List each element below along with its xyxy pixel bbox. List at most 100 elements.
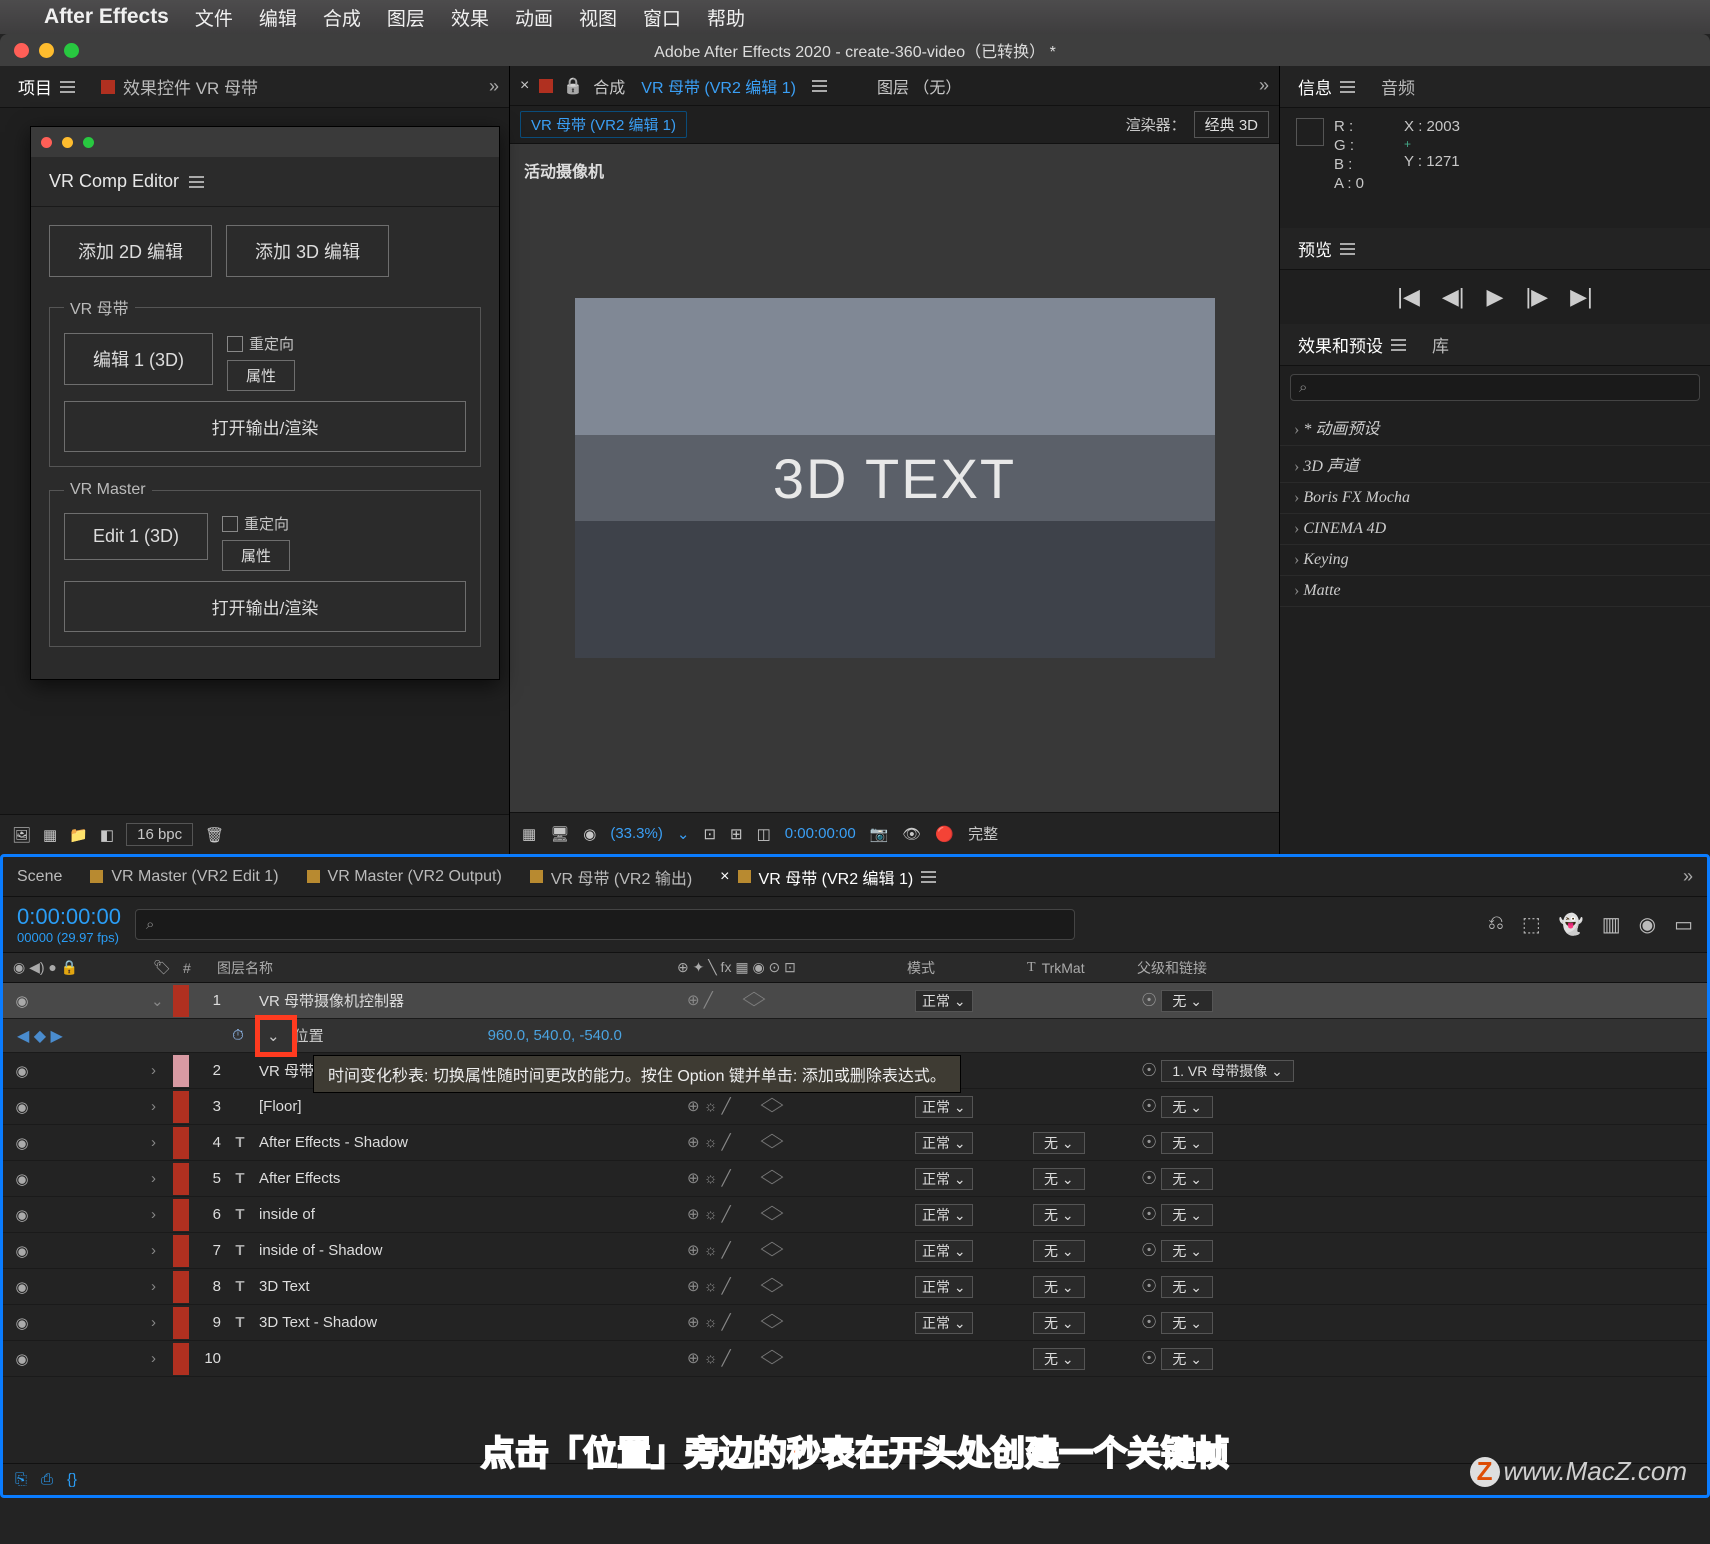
last-frame-icon[interactable]: ▶| — [1570, 284, 1593, 310]
3d-layer-icon[interactable] — [764, 1241, 780, 1261]
close-tab-icon[interactable]: × — [520, 77, 529, 95]
menu-comp[interactable]: 合成 — [323, 4, 361, 31]
properties-button-2[interactable]: 属性 — [222, 540, 290, 571]
layer-switches[interactable]: ⊕ ☼ ╱ — [687, 1133, 907, 1153]
label-color[interactable] — [173, 985, 189, 1017]
layer-row[interactable]: ◉ › 3 [Floor] ⊕ ☼ ╱ 正常 ⌄ ☉ 无 ⌄ — [3, 1089, 1707, 1125]
layer-name[interactable]: After Effects — [259, 1170, 679, 1187]
tab-preview[interactable]: 预览 — [1290, 232, 1363, 265]
trash-icon[interactable]: 🗑 — [205, 826, 224, 844]
properties-button[interactable]: 属性 — [227, 360, 295, 391]
layer-switches[interactable]: ⊕ ☼ ╱ — [687, 1169, 907, 1189]
parent-dropdown[interactable]: 1. VR 母带摄像 ⌄ — [1161, 1060, 1294, 1082]
label-color[interactable] — [173, 1163, 189, 1195]
tab-library[interactable]: 库 — [1424, 328, 1457, 361]
layer-row[interactable]: ◉ › 10 ⊕ ☼ ╱ 无 ⌄ ☉ 无 ⌄ — [3, 1341, 1707, 1377]
tab-effects-presets[interactable]: 效果和预设 — [1290, 328, 1414, 361]
menu-window[interactable]: 窗口 — [643, 4, 681, 31]
visibility-icon[interactable]: ◉ — [13, 1350, 31, 1368]
layer-row[interactable]: ◉ › 9 T 3D Text - Shadow ⊕ ☼ ╱ 正常 ⌄ 无 ⌄ … — [3, 1305, 1707, 1341]
fx-item[interactable]: * 动画预设 — [1280, 409, 1710, 446]
overflow-icon[interactable]: » — [1683, 866, 1693, 887]
visibility-icon[interactable]: ◉ — [13, 1170, 31, 1188]
prev-frame-icon[interactable]: ◀| — [1442, 284, 1465, 310]
comp-mini-flowchart-icon[interactable]: ⎌ — [1488, 912, 1504, 937]
twirl-icon[interactable]: › — [151, 1350, 165, 1367]
toggle-alpha-icon[interactable]: ▦ — [522, 825, 536, 843]
trkmat-dropdown[interactable]: 无 ⌄ — [1033, 1240, 1085, 1262]
toggle-transparency-icon[interactable]: 🖥 — [550, 825, 569, 843]
trkmat-dropdown[interactable]: 无 ⌄ — [1033, 1348, 1085, 1370]
layer-switches[interactable]: ⊕ ╱ — [687, 991, 907, 1011]
renderer-dropdown[interactable]: 经典 3D — [1194, 111, 1269, 138]
layer-name[interactable]: inside of - Shadow — [259, 1242, 679, 1259]
blend-mode-dropdown[interactable]: 正常 ⌄ — [915, 1312, 973, 1334]
fx-item[interactable]: Matte — [1280, 576, 1710, 607]
pickwhip-icon[interactable]: ☉ — [1141, 1168, 1157, 1188]
visibility-icon[interactable]: ◉ — [13, 1278, 31, 1296]
layer-name[interactable]: 3D Text — [259, 1278, 679, 1295]
blend-mode-dropdown[interactable]: 正常 ⌄ — [915, 1096, 973, 1118]
3d-layer-icon[interactable] — [764, 1133, 780, 1153]
comp-breadcrumb[interactable]: VR 母带 (VR2 编辑 1) — [520, 111, 687, 138]
pickwhip-icon[interactable]: ☉ — [1141, 990, 1157, 1010]
fx-item[interactable]: Boris FX Mocha — [1280, 483, 1710, 514]
twirl-icon[interactable]: › — [151, 1206, 165, 1223]
layer-switches[interactable]: ⊕ ☼ ╱ — [687, 1205, 907, 1225]
blend-mode-dropdown[interactable]: 正常 ⌄ — [915, 990, 973, 1012]
comp-canvas[interactable]: 3D TEXT — [575, 298, 1215, 658]
fx-item[interactable]: 3D 声道 — [1280, 446, 1710, 483]
visibility-icon[interactable]: ◉ — [13, 1062, 31, 1080]
layer-row[interactable]: ◉ › 7 T inside of - Shadow ⊕ ☼ ╱ 正常 ⌄ 无 … — [3, 1233, 1707, 1269]
open-output-render-button-2[interactable]: 打开输出/渲染 — [64, 581, 466, 632]
layer-row[interactable]: ◉ › 4 T After Effects - Shadow ⊕ ☼ ╱ 正常 … — [3, 1125, 1707, 1161]
tab-project[interactable]: 项目 — [10, 70, 83, 103]
3d-layer-icon[interactable] — [764, 1277, 780, 1297]
bpc-button[interactable]: 16 bpc — [126, 823, 193, 846]
pickwhip-icon[interactable]: ☉ — [1141, 1096, 1157, 1116]
first-frame-icon[interactable]: |◀ — [1397, 284, 1420, 310]
menu-layer[interactable]: 图层 — [387, 4, 425, 31]
comp-viewer[interactable]: 活动摄像机 3D TEXT — [510, 144, 1279, 812]
col-mode[interactable]: 模式 — [907, 958, 1017, 978]
parent-dropdown[interactable]: 无 ⌄ — [1161, 1348, 1213, 1370]
reorient-checkbox-2[interactable]: 重定向 — [222, 513, 290, 534]
edit-1-3d-button-2[interactable]: Edit 1 (3D) — [64, 513, 208, 560]
layer-switches[interactable]: ⊕ ☼ ╱ — [687, 1277, 907, 1297]
resolution-dropdown[interactable]: 完整 — [968, 823, 998, 844]
fx-search-input[interactable]: ⌕ — [1290, 374, 1700, 401]
interpret-footage-icon[interactable]: 🖼 — [12, 826, 31, 844]
col-parent[interactable]: 父级和链接 — [1137, 958, 1207, 978]
tab-vr-edit-cn[interactable]: × VR 母带 (VR2 编辑 1) — [720, 865, 936, 889]
menu-edit[interactable]: 编辑 — [259, 4, 297, 31]
tab-effectcontrols[interactable]: 效果控件 VR 母带 — [93, 70, 266, 103]
visibility-icon[interactable]: ◉ — [13, 992, 31, 1010]
layer-name[interactable]: [Floor] — [259, 1098, 679, 1115]
adjustment-layer-icon[interactable]: ◧ — [100, 826, 114, 844]
overflow-icon[interactable]: » — [1259, 75, 1269, 96]
layer-row[interactable]: ◉ › 6 T inside of ⊕ ☼ ╱ 正常 ⌄ 无 ⌄ ☉ 无 ⌄ — [3, 1197, 1707, 1233]
pickwhip-icon[interactable]: ☉ — [1141, 1204, 1157, 1224]
pickwhip-icon[interactable]: ☉ — [1141, 1348, 1157, 1368]
trkmat-dropdown[interactable]: 无 ⌄ — [1033, 1312, 1085, 1334]
3d-layer-icon[interactable] — [764, 1097, 780, 1117]
current-time[interactable]: 0:00:00:00 — [785, 825, 856, 842]
3d-layer-icon[interactable] — [764, 1169, 780, 1189]
blend-mode-dropdown[interactable]: 正常 ⌄ — [915, 1168, 973, 1190]
toggle-mask-icon[interactable]: ◉ — [583, 825, 596, 843]
trkmat-dropdown[interactable]: 无 ⌄ — [1033, 1132, 1085, 1154]
parent-dropdown[interactable]: 无 ⌄ — [1161, 1096, 1213, 1118]
toggle-switches-icon-2[interactable]: ⎙ — [41, 1471, 53, 1488]
twirl-icon[interactable]: › — [151, 1134, 165, 1151]
pickwhip-icon[interactable]: ☉ — [1141, 1060, 1157, 1080]
visibility-icon[interactable]: ◉ — [13, 1134, 31, 1152]
blend-mode-dropdown[interactable]: 正常 ⌄ — [915, 1240, 973, 1262]
tab-vr-master-edit[interactable]: VR Master (VR2 Edit 1) — [90, 868, 278, 886]
trkmat-dropdown[interactable]: 无 ⌄ — [1033, 1204, 1085, 1226]
zoom-dropdown[interactable]: (33.3%) — [610, 825, 663, 842]
3d-layer-icon[interactable] — [764, 1205, 780, 1225]
shy-icon[interactable]: 👻 — [1559, 912, 1584, 937]
new-folder-icon[interactable]: 📁 — [69, 826, 88, 844]
blend-mode-dropdown[interactable]: 正常 ⌄ — [915, 1204, 973, 1226]
label-color[interactable] — [173, 1199, 189, 1231]
